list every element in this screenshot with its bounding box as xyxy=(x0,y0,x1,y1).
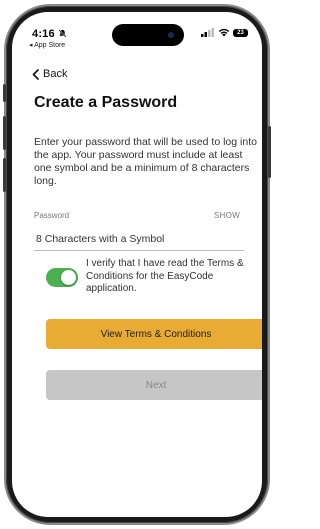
volume-down-button xyxy=(3,158,6,192)
signal-icon xyxy=(201,28,214,37)
power-button xyxy=(268,126,271,178)
password-label: Password xyxy=(34,211,70,220)
volume-up-button xyxy=(3,116,6,150)
camera-icon xyxy=(168,32,174,38)
app-screen: 4:16 ◂ App Store 23 Back Create a Passwo… xyxy=(12,12,262,517)
page-description: Enter your password that will be used to… xyxy=(34,136,257,187)
chevron-left-icon xyxy=(32,68,39,80)
wifi-icon xyxy=(218,28,230,37)
dynamic-island xyxy=(112,24,184,46)
page-title: Create a Password xyxy=(34,94,178,111)
back-label: Back xyxy=(43,68,68,80)
toggle-knob xyxy=(61,270,76,285)
back-button[interactable]: Back xyxy=(32,68,67,80)
status-time: 4:16 xyxy=(32,28,67,40)
battery-icon: 23 xyxy=(233,28,248,37)
back-to-app-link[interactable]: ◂ App Store xyxy=(29,41,65,49)
verify-terms-toggle[interactable] xyxy=(46,268,78,287)
view-terms-button[interactable]: View Terms & Conditions xyxy=(46,319,262,349)
status-indicators: 23 xyxy=(201,28,248,37)
show-password-button[interactable]: SHOW xyxy=(214,211,240,220)
silent-switch xyxy=(3,84,6,102)
bell-slash-icon xyxy=(58,29,67,38)
verify-terms-text: I verify that I have read the Terms & Co… xyxy=(86,258,244,294)
password-input[interactable] xyxy=(34,228,244,251)
status-time-text: 4:16 xyxy=(32,28,55,40)
next-button[interactable]: Next xyxy=(46,370,262,400)
